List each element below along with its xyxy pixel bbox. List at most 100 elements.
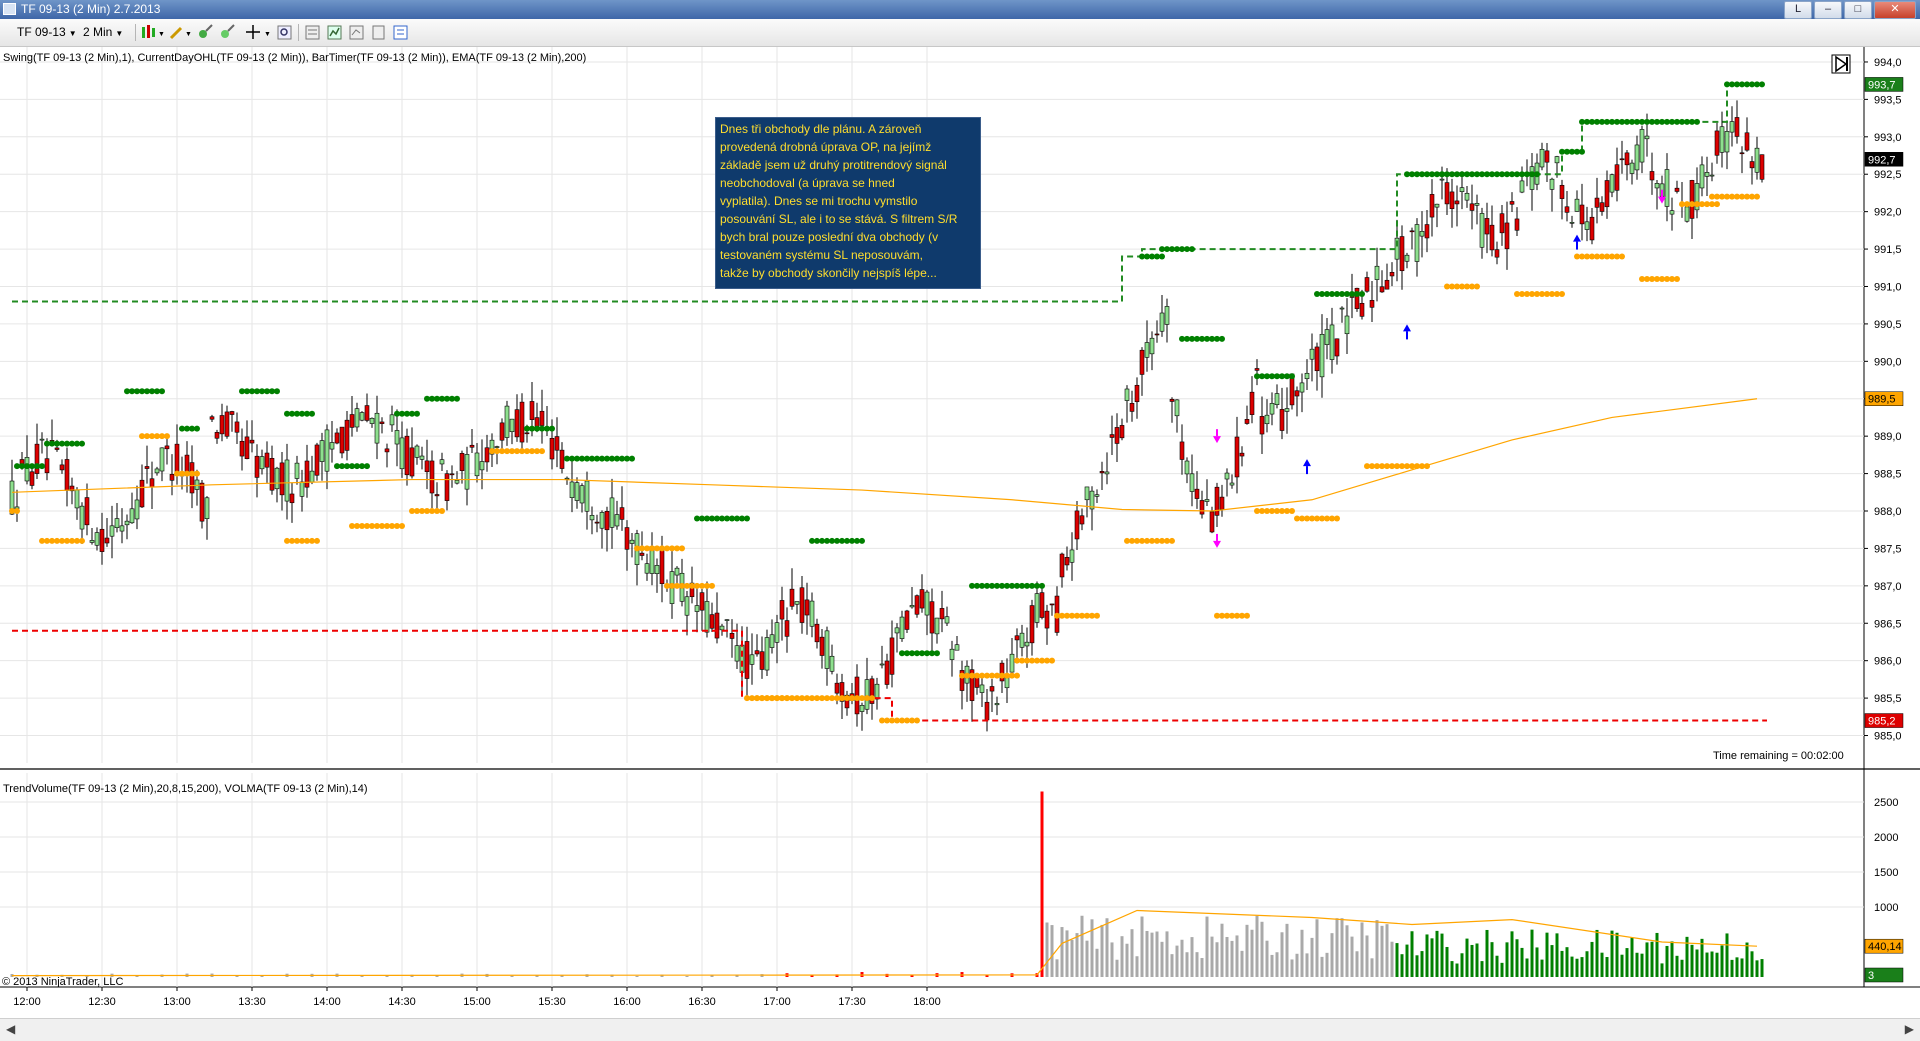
scroll-right-icon[interactable]: ▶	[1905, 1022, 1914, 1036]
candle-body	[1064, 557, 1070, 566]
candle-body	[399, 437, 405, 470]
candle-body	[819, 636, 825, 656]
candle-body	[594, 521, 600, 524]
candle-body	[1494, 249, 1500, 258]
volume-bar	[1750, 951, 1754, 977]
volume-bar	[1125, 943, 1129, 977]
volume-bar	[1570, 956, 1574, 977]
pencil-icon[interactable]: ▼	[168, 23, 192, 42]
volume-bar	[1250, 929, 1254, 977]
time-tick-label: 15:00	[463, 996, 491, 1008]
swing-low-dot	[1424, 463, 1430, 470]
candle-body	[409, 447, 415, 477]
properties-icon[interactable]	[304, 23, 322, 42]
candle-body	[1204, 499, 1210, 502]
candle-body	[1304, 372, 1310, 380]
price-tick-label: 993,0	[1874, 132, 1902, 144]
swing-low-dot	[1094, 612, 1100, 619]
candle-body	[584, 480, 590, 512]
candle-body	[1139, 349, 1145, 375]
candle-body	[424, 460, 430, 473]
candle-body	[1079, 515, 1085, 525]
swing-low-dot	[1014, 672, 1020, 679]
magic-icon[interactable]	[218, 23, 238, 42]
data-box-icon[interactable]	[370, 23, 388, 42]
volume-bar	[1435, 930, 1439, 977]
volume-bar	[1535, 947, 1539, 977]
scroll-left-icon[interactable]: ◀	[6, 1022, 15, 1036]
magic-icon[interactable]	[196, 23, 216, 42]
candle-body	[1379, 286, 1385, 293]
candle-body	[1579, 204, 1585, 225]
bar-type-icon[interactable]: ▼	[140, 23, 164, 42]
zoom-icon[interactable]	[276, 23, 294, 42]
candle-body	[719, 625, 725, 631]
candle-body	[109, 525, 115, 537]
volume-bar	[1380, 925, 1384, 977]
candle-body	[394, 430, 400, 445]
volume-bar	[1485, 929, 1489, 977]
volume-bar	[1255, 915, 1259, 977]
time-tick-label: 13:30	[238, 996, 266, 1008]
swing-high-dot	[1039, 582, 1045, 589]
candle-body	[814, 623, 820, 643]
volume-bar	[1590, 941, 1594, 977]
horizontal-scrollbar[interactable]: ◀ ▶	[0, 1018, 1920, 1041]
indicators-icon[interactable]	[326, 23, 344, 42]
crosshair-icon[interactable]: ▼	[245, 23, 271, 42]
candle-body	[114, 518, 120, 528]
candle-body	[739, 644, 745, 673]
volume-bar	[1045, 922, 1049, 977]
price-tick-label: 988,5	[1874, 469, 1902, 481]
interval-selector[interactable]: 2 Min ▼	[80, 23, 123, 42]
volume-tick-label: 2500	[1874, 797, 1898, 809]
volume-bar	[1355, 951, 1359, 977]
candle-body	[1049, 603, 1055, 606]
candle-body	[1734, 117, 1740, 137]
candle-body	[954, 644, 960, 651]
candle-body	[1209, 511, 1215, 533]
chart-area[interactable]: 985,0 985,5 986,0 986,5 987,0 987,5 988,0 988,5…	[0, 47, 1920, 1040]
volume-bar	[1230, 940, 1234, 977]
candle-body	[374, 412, 380, 444]
candle-body	[1029, 605, 1035, 644]
candle-body	[239, 440, 245, 457]
maximize-button[interactable]: □	[1844, 1, 1872, 19]
volume-bar	[1465, 938, 1469, 977]
candle-body	[1504, 222, 1510, 250]
volume-bar	[1670, 941, 1674, 977]
candle-body	[454, 480, 460, 484]
swing-low-dot	[679, 545, 685, 552]
candle-body	[364, 405, 370, 421]
candle-body	[919, 589, 925, 609]
l-button[interactable]: L	[1784, 1, 1812, 19]
candle-body	[464, 454, 470, 490]
instrument-selector[interactable]: TF 09-13 ▼	[14, 23, 77, 42]
time-tick-label: 18:00	[913, 996, 941, 1008]
candle-body	[1574, 198, 1580, 212]
candle-body	[1229, 482, 1235, 486]
candle-body	[1189, 473, 1195, 492]
minimize-button[interactable]: –	[1814, 1, 1842, 19]
time-tick-label: 17:00	[763, 996, 791, 1008]
candle-body	[709, 614, 715, 629]
candle-body	[1234, 436, 1240, 478]
candle-body	[1314, 346, 1320, 372]
volume-bar	[1350, 936, 1354, 977]
trade-annotation-note: Dnes tři obchody dle plánu. A zároveň pr…	[715, 117, 981, 289]
strategy-icon[interactable]	[348, 23, 366, 42]
volume-bar	[1200, 958, 1204, 977]
volume-bar	[1120, 936, 1124, 977]
candle-body	[1279, 409, 1285, 431]
candle-body	[459, 453, 465, 472]
candle-body	[1509, 201, 1515, 205]
swing-low-dot	[539, 448, 545, 455]
candle-body	[754, 650, 760, 655]
candle-body	[889, 637, 895, 675]
candle-body	[1119, 425, 1125, 439]
volume-bar	[1490, 942, 1494, 977]
candle-body	[659, 550, 665, 585]
text-icon[interactable]	[392, 23, 410, 42]
candle-body	[304, 460, 310, 488]
close-button[interactable]: ✕	[1874, 1, 1916, 19]
